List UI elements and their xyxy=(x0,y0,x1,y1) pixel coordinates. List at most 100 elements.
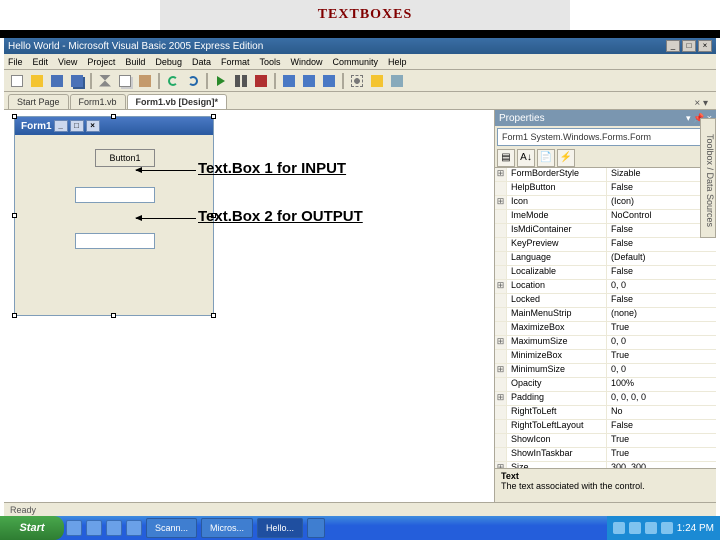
property-row[interactable]: ShowInTaskbarTrue xyxy=(495,448,716,462)
copy-icon[interactable] xyxy=(116,72,134,90)
property-value[interactable]: 0, 0 xyxy=(607,336,716,349)
property-row[interactable]: MaximizeBoxTrue xyxy=(495,322,716,336)
expand-icon[interactable] xyxy=(495,322,507,335)
alphabetical-icon[interactable]: A↓ xyxy=(517,149,535,167)
resize-grip[interactable] xyxy=(12,114,17,119)
property-value[interactable]: 0, 0 xyxy=(607,280,716,293)
taskbar-item[interactable]: Micros... xyxy=(201,518,253,538)
property-row[interactable]: Language(Default) xyxy=(495,252,716,266)
maximize-icon[interactable]: □ xyxy=(682,40,696,52)
close-icon[interactable]: × xyxy=(698,40,712,52)
resize-grip[interactable] xyxy=(111,313,116,318)
expand-icon[interactable] xyxy=(495,378,507,391)
cut-icon[interactable] xyxy=(96,72,114,90)
menu-format[interactable]: Format xyxy=(221,57,250,67)
property-value[interactable]: False xyxy=(607,266,716,279)
menu-edit[interactable]: Edit xyxy=(33,57,49,67)
property-row[interactable]: RightToLeftLayoutFalse xyxy=(495,420,716,434)
menu-help[interactable]: Help xyxy=(388,57,407,67)
properties-grid[interactable]: ⊞FormBorderStyleSizableHelpButtonFalse⊞I… xyxy=(495,168,716,468)
property-row[interactable]: MainMenuStrip(none) xyxy=(495,308,716,322)
resize-grip[interactable] xyxy=(211,313,216,318)
tray-icon[interactable] xyxy=(613,522,625,534)
menu-data[interactable]: Data xyxy=(192,57,211,67)
property-value[interactable]: True xyxy=(607,434,716,447)
expand-icon[interactable]: ⊞ xyxy=(495,392,507,405)
new-project-icon[interactable] xyxy=(8,72,26,90)
redo-icon[interactable] xyxy=(184,72,202,90)
paste-icon[interactable] xyxy=(136,72,154,90)
tab-form1-design[interactable]: Form1.vb [Design]* xyxy=(127,94,228,109)
step-into-icon[interactable] xyxy=(280,72,298,90)
property-row[interactable]: HelpButtonFalse xyxy=(495,182,716,196)
property-value[interactable]: True xyxy=(607,448,716,461)
menu-debug[interactable]: Debug xyxy=(155,57,182,67)
property-value[interactable]: False xyxy=(607,420,716,433)
expand-icon[interactable] xyxy=(495,350,507,363)
quick-launch-icon[interactable] xyxy=(86,520,102,536)
toolbox-icon[interactable] xyxy=(348,72,366,90)
property-value[interactable]: No xyxy=(607,406,716,419)
property-value[interactable]: False xyxy=(607,294,716,307)
tab-close-icon[interactable]: × ▾ xyxy=(690,98,712,109)
stop-icon[interactable] xyxy=(252,72,270,90)
tab-start-page[interactable]: Start Page xyxy=(8,94,69,109)
expand-icon[interactable] xyxy=(495,294,507,307)
object-browser-icon[interactable] xyxy=(388,72,406,90)
expand-icon[interactable] xyxy=(495,224,507,237)
property-value[interactable]: 0, 0 xyxy=(607,364,716,377)
resize-grip[interactable] xyxy=(211,114,216,119)
menu-tools[interactable]: Tools xyxy=(259,57,280,67)
property-row[interactable]: ⊞Padding0, 0, 0, 0 xyxy=(495,392,716,406)
expand-icon[interactable] xyxy=(495,308,507,321)
quick-launch-icon[interactable] xyxy=(106,520,122,536)
tab-form1-code[interactable]: Form1.vb xyxy=(70,94,126,109)
expand-icon[interactable] xyxy=(495,238,507,251)
expand-icon[interactable]: ⊞ xyxy=(495,336,507,349)
quick-launch-icon[interactable] xyxy=(126,520,142,536)
property-row[interactable]: ⊞FormBorderStyleSizable xyxy=(495,168,716,182)
step-over-icon[interactable] xyxy=(300,72,318,90)
property-row[interactable]: IsMdiContainerFalse xyxy=(495,224,716,238)
property-row[interactable]: ShowIconTrue xyxy=(495,434,716,448)
menu-file[interactable]: File xyxy=(8,57,23,67)
run-icon[interactable] xyxy=(212,72,230,90)
property-row[interactable]: RightToLeftNo xyxy=(495,406,716,420)
expand-icon[interactable] xyxy=(495,210,507,223)
property-row[interactable]: ⊞MinimumSize0, 0 xyxy=(495,364,716,378)
start-button[interactable]: Start xyxy=(0,516,64,540)
tray-icon[interactable] xyxy=(645,522,657,534)
property-value[interactable]: False xyxy=(607,238,716,251)
categorized-icon[interactable]: ▤ xyxy=(497,149,515,167)
property-row[interactable]: ⊞Location0, 0 xyxy=(495,280,716,294)
menu-project[interactable]: Project xyxy=(87,57,115,67)
expand-icon[interactable] xyxy=(495,434,507,447)
expand-icon[interactable] xyxy=(495,420,507,433)
menu-community[interactable]: Community xyxy=(333,57,379,67)
step-out-icon[interactable] xyxy=(320,72,338,90)
expand-icon[interactable] xyxy=(495,406,507,419)
resize-grip[interactable] xyxy=(111,114,116,119)
form-designer[interactable]: Form1 _ □ × Button1 xyxy=(14,116,214,316)
quick-launch-icon[interactable] xyxy=(66,520,82,536)
events-icon[interactable]: ⚡ xyxy=(557,149,575,167)
property-value[interactable]: (none) xyxy=(607,308,716,321)
property-row[interactable]: ⊞MaximumSize0, 0 xyxy=(495,336,716,350)
menu-view[interactable]: View xyxy=(58,57,77,67)
textbox2-control[interactable] xyxy=(75,233,155,249)
expand-icon[interactable]: ⊞ xyxy=(495,364,507,377)
taskbar-item[interactable] xyxy=(307,518,325,538)
pause-icon[interactable] xyxy=(232,72,250,90)
property-row[interactable]: ⊞Icon(Icon) xyxy=(495,196,716,210)
expand-icon[interactable]: ⊞ xyxy=(495,280,507,293)
minimize-icon[interactable]: _ xyxy=(666,40,680,52)
property-row[interactable]: MinimizeBoxTrue xyxy=(495,350,716,364)
expand-icon[interactable]: ⊞ xyxy=(495,196,507,209)
property-row[interactable]: Opacity100% xyxy=(495,378,716,392)
open-icon[interactable] xyxy=(28,72,46,90)
properties-page-icon[interactable]: 📄 xyxy=(537,149,555,167)
taskbar-item[interactable]: Scann... xyxy=(146,518,197,538)
resize-grip[interactable] xyxy=(12,213,17,218)
expand-icon[interactable] xyxy=(495,182,507,195)
undo-icon[interactable] xyxy=(164,72,182,90)
